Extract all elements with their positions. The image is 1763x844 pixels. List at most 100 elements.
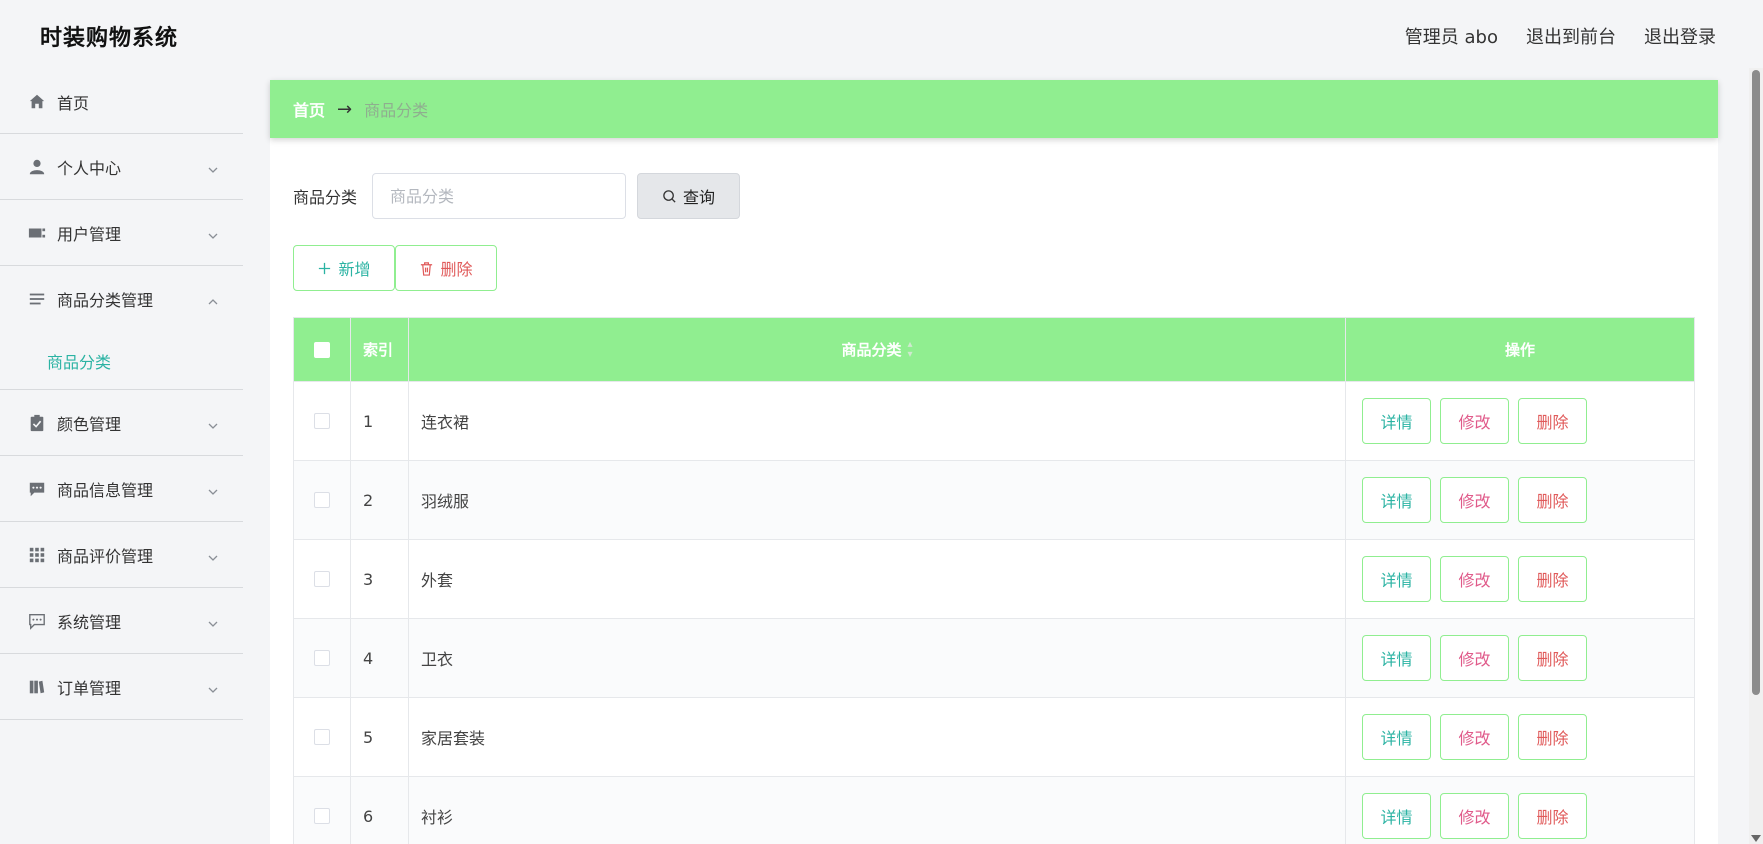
chevron-down-icon [207,681,219,693]
edit-button[interactable]: 修改 [1440,398,1509,444]
chevron-down-icon [207,483,219,495]
header-category[interactable]: 商品分类 ▴ ▾ [409,318,1346,381]
exit-to-front-link[interactable]: 退出到前台 [1526,23,1616,49]
list-icon [28,290,46,308]
delete-button[interactable]: 删除 [1518,556,1587,602]
table-row: 2 羽绒服 详情 修改 删除 [294,460,1694,539]
grid-icon [28,546,46,564]
row-category-name: 羽绒服 [409,461,1346,539]
sidebar-item-home[interactable]: 首页 [0,70,243,134]
main-content: 首页 → 商品分类 商品分类 查询 新增 删除 索引 商品分类 ▴▾ [270,80,1718,844]
row-operations: 详情 修改 删除 [1346,461,1694,539]
row-select-cell [294,698,351,776]
sidebar-item-color-management[interactable]: 颜色管理 [0,390,243,456]
sidebar-item-label: 颜色管理 [57,414,122,434]
batch-delete-button[interactable]: 删除 [395,245,497,291]
breadcrumb-home[interactable]: 首页 [293,97,325,121]
breadcrumb: 首页 → 商品分类 [270,80,1718,138]
scroll-down-arrow-icon[interactable] [1751,835,1761,842]
search-label: 商品分类 [293,188,358,207]
sidebar-item-label: 系统管理 [57,612,122,632]
sidebar-item-label: 首页 [57,93,90,113]
select-all-checkbox[interactable] [314,341,330,358]
sidebar-subitem-category[interactable]: 商品分类 [0,332,243,390]
edit-button[interactable]: 修改 [1440,635,1509,681]
table-body: 1 连衣裙 详情 修改 删除 2 羽绒服 详情 修改 删除 3 外套 详情 修改 删除 4 卫衣 详情 修改 删除 5 家… [294,381,1694,844]
sidebar-item-label: 订单管理 [57,678,122,698]
sidebar-item-personal-center[interactable]: 个人中心 [0,134,243,200]
row-index: 6 [351,777,409,844]
top-bar: 时装购物系统 管理员 abo 退出到前台 退出登录 [0,0,1763,70]
chevron-down-icon [207,417,219,429]
row-checkbox[interactable] [314,808,330,824]
sidebar-item-system-management[interactable]: 系统管理 [0,588,243,654]
row-checkbox[interactable] [314,571,330,587]
detail-button[interactable]: 详情 [1362,398,1431,444]
breadcrumb-current: 商品分类 [364,101,429,120]
detail-button[interactable]: 详情 [1362,635,1431,681]
logout-link[interactable]: 退出登录 [1644,23,1716,49]
home-icon [28,93,46,111]
book-icon [28,678,46,696]
chevron-down-icon [207,615,219,627]
query-button[interactable]: 查询 [637,173,741,219]
chevron-down-icon [207,549,219,561]
table-row: 5 家居套装 详情 修改 删除 [294,697,1694,776]
detail-button[interactable]: 详情 [1362,477,1431,523]
edit-button[interactable]: 修改 [1440,714,1509,760]
detail-button[interactable]: 详情 [1362,556,1431,602]
header-operations: 操作 [1504,341,1535,359]
message-icon [28,612,46,630]
sidebar-item-user-management[interactable]: 用户管理 [0,200,243,266]
edit-button[interactable]: 修改 [1440,793,1509,839]
row-operations: 详情 修改 删除 [1346,698,1694,776]
delete-button-label: 删除 [440,260,473,279]
category-table: 索引 商品分类 ▴ ▾ 操作 1 连衣裙 详情 修改 删除 2 羽绒服 详情 修改 删除 3 外套 详情修… [293,317,1695,844]
scrollbar-thumb[interactable] [1752,70,1760,695]
sidebar-item-product-info[interactable]: 商品信息管理 [0,456,243,522]
row-checkbox[interactable] [314,492,330,508]
table-row: 3 外套 详情 修改 删除 [294,539,1694,618]
row-category-name: 家居套装 [409,698,1346,776]
chevron-down-icon [207,227,219,239]
detail-button[interactable]: 详情 [1362,714,1431,760]
chat-icon [28,480,46,498]
row-select-cell [294,540,351,618]
sidebar-item-review-management[interactable]: 商品评价管理 [0,522,243,588]
category-search-input[interactable] [372,173,627,219]
edit-button[interactable]: 修改 [1440,477,1509,523]
page-scrollbar[interactable] [1749,68,1763,844]
delete-button[interactable]: 删除 [1518,398,1587,444]
row-index: 1 [351,382,409,460]
delete-button[interactable]: 删除 [1518,635,1587,681]
row-category-name: 连衣裙 [409,382,1346,460]
sidebar-item-category-management[interactable]: 商品分类管理 [0,266,243,332]
clipboard-icon [28,414,46,432]
row-select-cell [294,382,351,460]
row-index: 2 [351,461,409,539]
row-index: 3 [351,540,409,618]
delete-button[interactable]: 删除 [1518,477,1587,523]
top-nav: 管理员 abo 退出到前台 退出登录 [1405,23,1716,49]
delete-button[interactable]: 删除 [1518,714,1587,760]
row-checkbox[interactable] [314,729,330,745]
row-index: 5 [351,698,409,776]
user-icon [28,158,46,176]
admin-user-link[interactable]: 管理员 abo [1405,23,1498,49]
sidebar-item-label: 个人中心 [57,158,122,178]
row-operations: 详情 修改 删除 [1346,540,1694,618]
sort-icon[interactable]: ▴ ▾ [907,339,912,360]
add-button[interactable]: 新增 [293,245,395,291]
arrow-right-icon: → [337,98,353,120]
row-operations: 详情 修改 删除 [1346,777,1694,844]
table-row: 6 衬衫 详情 修改 删除 [294,776,1694,844]
row-select-cell [294,619,351,697]
sidebar-item-order-management[interactable]: 订单管理 [0,654,243,720]
row-operations: 详情 修改 删除 [1346,382,1694,460]
edit-button[interactable]: 修改 [1440,556,1509,602]
delete-button[interactable]: 删除 [1518,793,1587,839]
row-checkbox[interactable] [314,413,330,429]
detail-button[interactable]: 详情 [1362,793,1431,839]
row-checkbox[interactable] [314,650,330,666]
row-category-name: 衬衫 [409,777,1346,844]
